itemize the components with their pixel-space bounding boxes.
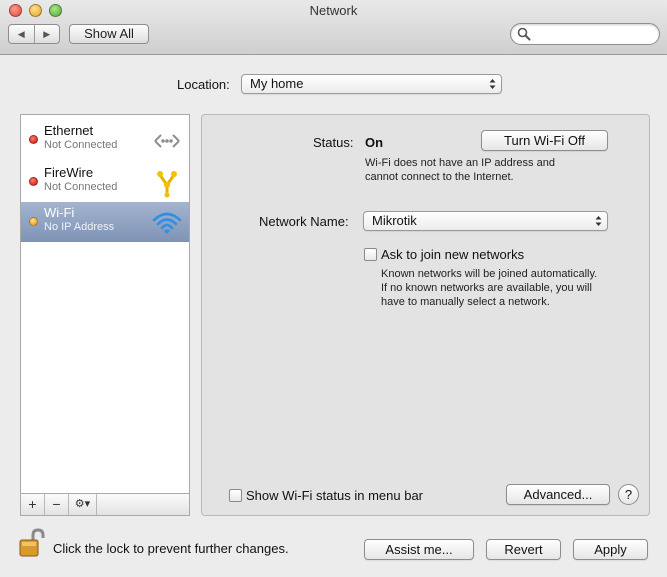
ask-join-label[interactable]: Ask to join new networks [381,247,524,262]
show-wifi-status-checkbox[interactable] [229,489,242,502]
lock-message: Click the lock to prevent further change… [53,541,289,556]
service-list: Ethernet Not Connected FireWire Not Conn… [20,114,190,494]
network-name-label: Network Name: [259,214,349,229]
status-dot-red [29,177,38,186]
lock-icon[interactable] [19,528,45,558]
service-firewire[interactable]: FireWire Not Connected [21,162,189,204]
wifi-detail-panel: Status: On Turn Wi-Fi Off Wi-Fi does not… [201,114,650,516]
back-forward-control: ◀ ▶ [8,24,60,44]
service-name: FireWire [44,165,94,180]
forward-button[interactable]: ▶ [33,25,60,43]
ask-join-description-line-2: If no known networks are available, you … [381,282,592,294]
wifi-icon [152,212,182,234]
help-button[interactable]: ? [618,484,639,505]
apply-button[interactable]: Apply [573,539,648,560]
service-status: Not Connected [44,139,118,151]
turn-wifi-off-button[interactable]: Turn Wi-Fi Off [481,130,608,151]
title-bar: Network ◀ ▶ Show All [0,0,667,55]
search-input[interactable] [533,26,653,42]
status-description-line-2: cannot connect to the Internet. [365,171,514,183]
status-dot-red [29,135,38,144]
location-label: Location: [177,77,230,92]
show-all-button[interactable]: Show All [69,24,149,44]
service-name: Ethernet [44,123,94,138]
revert-button[interactable]: Revert [486,539,561,560]
ask-join-description-line-3: have to manually select a network. [381,296,550,308]
ethernet-icon [154,134,180,148]
add-service-button[interactable]: + [21,494,45,515]
gear-icon[interactable]: ⚙▾ [69,494,97,515]
service-status: No IP Address [44,221,115,233]
location-popup[interactable]: My home [241,74,502,94]
remove-service-button[interactable]: − [45,494,69,515]
status-label: Status: [313,135,354,150]
search-icon [517,27,531,41]
network-name-popup[interactable]: Mikrotik [363,211,608,231]
firewire-icon [157,171,177,198]
ask-join-checkbox[interactable] [364,248,377,261]
show-wifi-status-label[interactable]: Show Wi-Fi status in menu bar [246,488,423,503]
popup-arrows-icon [595,216,602,226]
ask-join-description-line-1: Known networks will be joined automatica… [381,268,598,280]
service-wifi[interactable]: Wi-Fi No IP Address [21,202,189,242]
service-status: Not Connected [44,181,118,193]
window-title: Network [309,3,358,18]
service-ethernet[interactable]: Ethernet Not Connected [21,120,189,162]
search-field[interactable] [510,23,660,45]
status-value: On [365,135,384,150]
status-dot-amber [29,217,38,226]
service-name: Wi-Fi [44,205,75,220]
network-name-value: Mikrotik [372,213,417,228]
assist-me-button[interactable]: Assist me... [364,539,474,560]
status-description-line-1: Wi-Fi does not have an IP address and [365,157,555,169]
back-button[interactable]: ◀ [9,25,34,43]
service-list-toolbar: + − ⚙▾ [20,493,190,516]
network-preferences-window: Network ◀ ▶ Show All Location: My home E… [0,0,667,577]
advanced-button[interactable]: Advanced... [506,484,610,505]
popup-arrows-icon [489,79,496,89]
location-value: My home [250,76,304,91]
